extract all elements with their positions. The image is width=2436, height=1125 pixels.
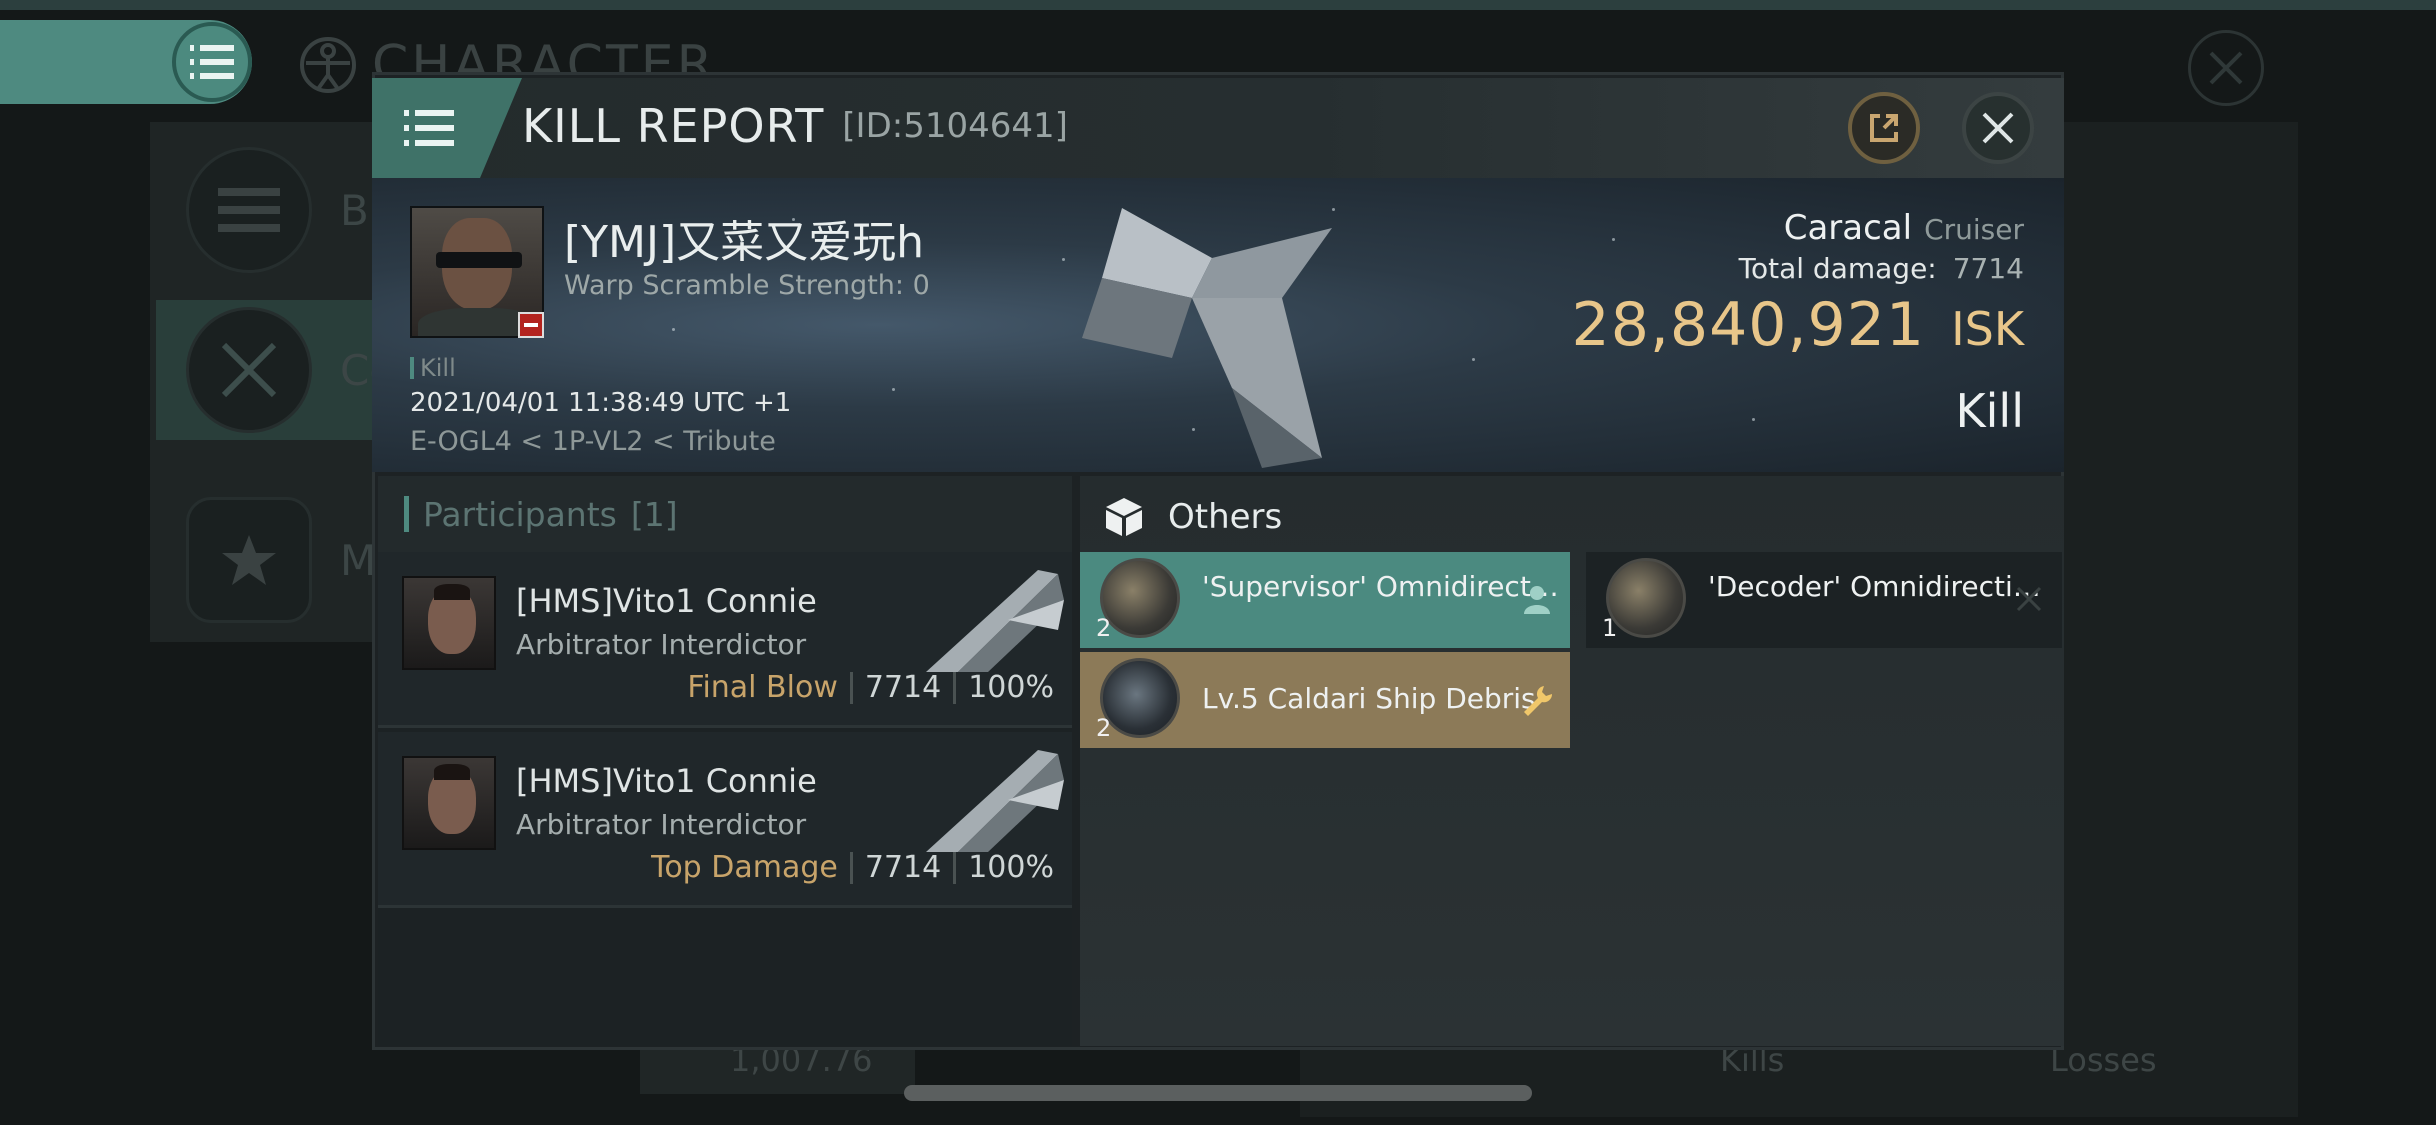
- destroyed-mark-icon: [2016, 586, 2042, 612]
- home-indicator[interactable]: [904, 1085, 1532, 1101]
- participant-stats: Final Blow 7714 100%: [687, 670, 1054, 705]
- isk-amount: 28,840,921: [1571, 290, 1926, 360]
- kill-datetime: 2021/04/01 11:38:49 UTC +1: [410, 388, 792, 418]
- menu-icon: [404, 110, 454, 146]
- modal-title: KILL REPORT [ID:5104641]: [522, 96, 1068, 156]
- participant-ship-image: [926, 570, 1064, 672]
- star-badge-icon: [186, 497, 312, 623]
- item-quantity: 2: [1096, 714, 1112, 742]
- item-name: 'Supervisor' Omnidirectional...: [1202, 570, 1562, 603]
- participants-title: Participants [1]: [404, 494, 678, 534]
- kill-location[interactable]: E-OGL4 < 1P-VL2 < Tribute: [410, 426, 776, 457]
- loot-item[interactable]: 2 'Supervisor' Omnidirectional...: [1080, 552, 1570, 648]
- item-quantity: 1: [1602, 614, 1618, 642]
- victim-name[interactable]: [YMJ]又菜又爱玩h: [564, 206, 924, 270]
- crossed-swords-icon: [186, 307, 312, 433]
- participant-percent: 100%: [968, 850, 1054, 885]
- item-name: Lv.5 Caldari Ship Debris: [1202, 682, 1536, 715]
- pilot-icon: [1524, 586, 1550, 614]
- loot-item[interactable]: 1 'Decoder' Omnidirectional...: [1586, 552, 2062, 648]
- losses-label[interactable]: Losses: [2050, 1041, 2157, 1079]
- cube-icon: [1106, 498, 1142, 536]
- item-name: 'Decoder' Omnidirectional...: [1708, 570, 2048, 603]
- wrench-icon: [1524, 686, 1553, 716]
- close-icon: [1982, 112, 2014, 144]
- close-button[interactable]: [1962, 92, 2034, 164]
- participant-damage: 7714: [864, 670, 942, 705]
- others-title-text: Others: [1168, 497, 1283, 537]
- background-close-button[interactable]: [2188, 30, 2264, 106]
- participant-row[interactable]: [HMS]Vito1 Connie Arbitrator Interdictor…: [378, 732, 1072, 908]
- participant-damage: 7714: [864, 850, 942, 885]
- participant-role: Top Damage: [651, 850, 838, 885]
- total-damage-value: 7714: [1952, 252, 2024, 285]
- top-edge: [0, 0, 2436, 10]
- item-quantity: 2: [1096, 614, 1112, 642]
- kill-tag-label: Kill: [420, 354, 456, 382]
- others-title: Others: [1104, 492, 1282, 542]
- warp-scramble-strength: Warp Scramble Strength: 0: [564, 270, 930, 301]
- share-button[interactable]: [1848, 92, 1920, 164]
- close-icon: [2209, 51, 2243, 85]
- list-icon: [186, 147, 312, 273]
- total-damage-label: Total damage:: [1738, 252, 1937, 285]
- participant-percent: 100%: [968, 670, 1054, 705]
- ship-class: Cruiser: [1924, 213, 2024, 246]
- kill-tag: Kill: [410, 354, 456, 382]
- participant-role: Final Blow: [687, 670, 838, 705]
- participant-ship-image: [926, 750, 1064, 852]
- participant-ship: Arbitrator Interdictor: [516, 808, 807, 841]
- antenna-dish-icon: [1100, 558, 1180, 638]
- participant-ship: Arbitrator Interdictor: [516, 628, 807, 661]
- menu-icon: [190, 45, 234, 79]
- modal-title-text: KILL REPORT: [522, 99, 825, 153]
- avatar[interactable]: [402, 576, 496, 670]
- participant-stats: Top Damage 7714 100%: [651, 850, 1054, 885]
- vitruvian-icon: [300, 37, 356, 93]
- avatar[interactable]: [402, 756, 496, 850]
- isk-value: 28,840,921 ISK: [1572, 290, 2024, 360]
- victim-ship: Caracal Cruiser: [1784, 208, 2024, 248]
- participant-row[interactable]: [HMS]Vito1 Connie Arbitrator Interdictor…: [378, 552, 1072, 728]
- isk-unit: ISK: [1951, 302, 2024, 356]
- participants-count: [1]: [630, 494, 678, 534]
- antenna-dish-icon: [1606, 558, 1686, 638]
- external-link-icon: [1870, 114, 1898, 142]
- participant-name: [HMS]Vito1 Connie: [516, 582, 817, 620]
- menu-button[interactable]: [172, 22, 252, 102]
- ship-debris-icon: [1100, 658, 1180, 738]
- participant-name: [HMS]Vito1 Connie: [516, 762, 817, 800]
- participants-title-text: Participants: [423, 494, 617, 534]
- kill-id: [ID:5104641]: [842, 106, 1068, 146]
- hostile-status-icon: [518, 312, 544, 338]
- victim-ship-image: [1082, 208, 1332, 468]
- ship-name[interactable]: Caracal: [1784, 208, 1912, 248]
- loot-item[interactable]: 2 Lv.5 Caldari Ship Debris: [1080, 652, 1570, 748]
- total-damage: Total damage: 7714: [1739, 252, 2024, 285]
- result-label: Kill: [1955, 384, 2024, 438]
